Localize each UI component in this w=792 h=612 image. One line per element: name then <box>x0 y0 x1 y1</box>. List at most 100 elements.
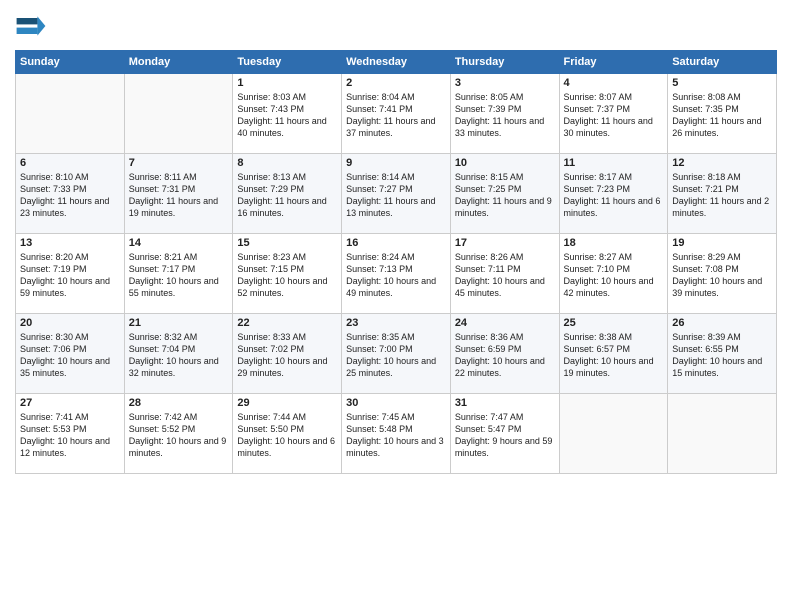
week-row-1: 1 Sunrise: 8:03 AM Sunset: 7:43 PM Daylig… <box>16 74 777 154</box>
day-info: Sunrise: 8:38 AM Sunset: 6:57 PM Dayligh… <box>564 331 664 380</box>
calendar-cell: 30 Sunrise: 7:45 AM Sunset: 5:48 PM Dayli… <box>342 394 451 474</box>
day-number: 7 <box>129 157 229 169</box>
calendar-cell: 22 Sunrise: 8:33 AM Sunset: 7:02 PM Dayli… <box>233 314 342 394</box>
day-info: Sunrise: 7:44 AM Sunset: 5:50 PM Dayligh… <box>237 411 337 460</box>
week-row-3: 13 Sunrise: 8:20 AM Sunset: 7:19 PM Dayli… <box>16 234 777 314</box>
calendar-cell: 9 Sunrise: 8:14 AM Sunset: 7:27 PM Daylig… <box>342 154 451 234</box>
calendar-cell: 21Sunrise: 8:32 AM Sunset: 7:04 PM Dayli… <box>124 314 233 394</box>
day-number: 14 <box>129 237 229 249</box>
calendar-cell: 29Sunrise: 7:44 AM Sunset: 5:50 PM Dayli… <box>233 394 342 474</box>
day-info: Sunrise: 8:36 AM Sunset: 6:59 PM Dayligh… <box>455 331 555 380</box>
calendar-cell: 15Sunrise: 8:23 AM Sunset: 7:15 PM Dayli… <box>233 234 342 314</box>
calendar-cell: 1 Sunrise: 8:03 AM Sunset: 7:43 PM Daylig… <box>233 74 342 154</box>
day-info: Sunrise: 8:24 AM Sunset: 7:13 PM Dayligh… <box>346 251 446 300</box>
day-number: 9 <box>346 157 446 169</box>
week-row-2: 6 Sunrise: 8:10 AM Sunset: 7:33 PM Daylig… <box>16 154 777 234</box>
day-info: Sunrise: 8:27 AM Sunset: 7:10 PM Dayligh… <box>564 251 664 300</box>
day-info: Sunrise: 8:03 AM Sunset: 7:43 PM Dayligh… <box>237 91 337 140</box>
day-info: Sunrise: 8:21 AM Sunset: 7:17 PM Dayligh… <box>129 251 229 300</box>
day-number: 2 <box>346 77 446 89</box>
day-number: 27 <box>20 397 120 409</box>
day-info: Sunrise: 8:07 AM Sunset: 7:37 PM Dayligh… <box>564 91 664 140</box>
day-header-saturday: Saturday <box>668 51 777 74</box>
day-number: 24 <box>455 317 555 329</box>
calendar-cell: 28Sunrise: 7:42 AM Sunset: 5:52 PM Dayli… <box>124 394 233 474</box>
day-info: Sunrise: 8:33 AM Sunset: 7:02 PM Dayligh… <box>237 331 337 380</box>
day-info: Sunrise: 8:35 AM Sunset: 7:00 PM Dayligh… <box>346 331 446 380</box>
day-number: 22 <box>237 317 337 329</box>
day-number: 31 <box>455 397 555 409</box>
calendar-header <box>15 10 777 42</box>
day-number: 4 <box>564 77 664 89</box>
day-header-thursday: Thursday <box>450 51 559 74</box>
day-header-sunday: Sunday <box>16 51 125 74</box>
calendar-cell: 17 Sunrise: 8:26 AM Sunset: 7:11 PM Dayli… <box>450 234 559 314</box>
calendar-cell: 20 Sunrise: 8:30 AM Sunset: 7:06 PM Dayli… <box>16 314 125 394</box>
day-info: Sunrise: 8:17 AM Sunset: 7:23 PM Dayligh… <box>564 171 664 220</box>
calendar-cell: 31 Sunrise: 7:47 AM Sunset: 5:47 PM Dayli… <box>450 394 559 474</box>
day-number: 23 <box>346 317 446 329</box>
day-header-wednesday: Wednesday <box>342 51 451 74</box>
calendar-container: SundayMondayTuesdayWednesdayThursdayFrid… <box>0 0 792 612</box>
day-number: 30 <box>346 397 446 409</box>
day-number: 21 <box>129 317 229 329</box>
calendar-cell <box>559 394 668 474</box>
day-info: Sunrise: 8:30 AM Sunset: 7:06 PM Dayligh… <box>20 331 120 380</box>
day-info: Sunrise: 8:18 AM Sunset: 7:21 PM Dayligh… <box>672 171 772 220</box>
day-info: Sunrise: 8:13 AM Sunset: 7:29 PM Dayligh… <box>237 171 337 220</box>
day-number: 1 <box>237 77 337 89</box>
calendar-table: SundayMondayTuesdayWednesdayThursdayFrid… <box>15 50 777 474</box>
day-number: 16 <box>346 237 446 249</box>
day-info: Sunrise: 7:47 AM Sunset: 5:47 PM Dayligh… <box>455 411 555 460</box>
day-number: 17 <box>455 237 555 249</box>
day-number: 13 <box>20 237 120 249</box>
day-number: 19 <box>672 237 772 249</box>
calendar-cell: 13 Sunrise: 8:20 AM Sunset: 7:19 PM Dayli… <box>16 234 125 314</box>
day-info: Sunrise: 7:45 AM Sunset: 5:48 PM Dayligh… <box>346 411 446 460</box>
calendar-cell <box>668 394 777 474</box>
day-number: 18 <box>564 237 664 249</box>
calendar-cell: 23 Sunrise: 8:35 AM Sunset: 7:00 PM Dayli… <box>342 314 451 394</box>
calendar-cell: 18 Sunrise: 8:27 AM Sunset: 7:10 PM Dayli… <box>559 234 668 314</box>
day-number: 6 <box>20 157 120 169</box>
calendar-cell <box>16 74 125 154</box>
day-info: Sunrise: 8:04 AM Sunset: 7:41 PM Dayligh… <box>346 91 446 140</box>
calendar-cell: 26 Sunrise: 8:39 AM Sunset: 6:55 PM Dayli… <box>668 314 777 394</box>
calendar-cell: 6 Sunrise: 8:10 AM Sunset: 7:33 PM Daylig… <box>16 154 125 234</box>
calendar-cell: 7Sunrise: 8:11 AM Sunset: 7:31 PM Daylig… <box>124 154 233 234</box>
day-number: 10 <box>455 157 555 169</box>
day-number: 26 <box>672 317 772 329</box>
calendar-cell: 3Sunrise: 8:05 AM Sunset: 7:39 PM Daylig… <box>450 74 559 154</box>
days-header-row: SundayMondayTuesdayWednesdayThursdayFrid… <box>16 51 777 74</box>
calendar-cell: 12 Sunrise: 8:18 AM Sunset: 7:21 PM Dayli… <box>668 154 777 234</box>
week-row-5: 27 Sunrise: 7:41 AM Sunset: 5:53 PM Dayli… <box>16 394 777 474</box>
calendar-cell: 16 Sunrise: 8:24 AM Sunset: 7:13 PM Dayli… <box>342 234 451 314</box>
day-info: Sunrise: 7:41 AM Sunset: 5:53 PM Dayligh… <box>20 411 120 460</box>
calendar-cell: 10 Sunrise: 8:15 AM Sunset: 7:25 PM Dayli… <box>450 154 559 234</box>
day-info: Sunrise: 7:42 AM Sunset: 5:52 PM Dayligh… <box>129 411 229 460</box>
day-number: 25 <box>564 317 664 329</box>
day-info: Sunrise: 8:14 AM Sunset: 7:27 PM Dayligh… <box>346 171 446 220</box>
day-info: Sunrise: 8:29 AM Sunset: 7:08 PM Dayligh… <box>672 251 772 300</box>
day-info: Sunrise: 8:15 AM Sunset: 7:25 PM Dayligh… <box>455 171 555 220</box>
calendar-cell: 14 Sunrise: 8:21 AM Sunset: 7:17 PM Dayli… <box>124 234 233 314</box>
day-number: 3 <box>455 77 555 89</box>
day-info: Sunrise: 8:26 AM Sunset: 7:11 PM Dayligh… <box>455 251 555 300</box>
day-number: 20 <box>20 317 120 329</box>
logo <box>15 10 51 42</box>
calendar-cell: 11Sunrise: 8:17 AM Sunset: 7:23 PM Dayli… <box>559 154 668 234</box>
day-number: 15 <box>237 237 337 249</box>
calendar-cell: 27 Sunrise: 7:41 AM Sunset: 5:53 PM Dayli… <box>16 394 125 474</box>
logo-icon <box>15 10 47 42</box>
day-info: Sunrise: 8:08 AM Sunset: 7:35 PM Dayligh… <box>672 91 772 140</box>
day-info: Sunrise: 8:20 AM Sunset: 7:19 PM Dayligh… <box>20 251 120 300</box>
calendar-cell: 19 Sunrise: 8:29 AM Sunset: 7:08 PM Dayli… <box>668 234 777 314</box>
day-number: 8 <box>237 157 337 169</box>
day-number: 5 <box>672 77 772 89</box>
day-info: Sunrise: 8:10 AM Sunset: 7:33 PM Dayligh… <box>20 171 120 220</box>
day-info: Sunrise: 8:39 AM Sunset: 6:55 PM Dayligh… <box>672 331 772 380</box>
calendar-cell: 5 Sunrise: 8:08 AM Sunset: 7:35 PM Daylig… <box>668 74 777 154</box>
calendar-cell: 2 Sunrise: 8:04 AM Sunset: 7:41 PM Daylig… <box>342 74 451 154</box>
day-header-friday: Friday <box>559 51 668 74</box>
day-number: 12 <box>672 157 772 169</box>
